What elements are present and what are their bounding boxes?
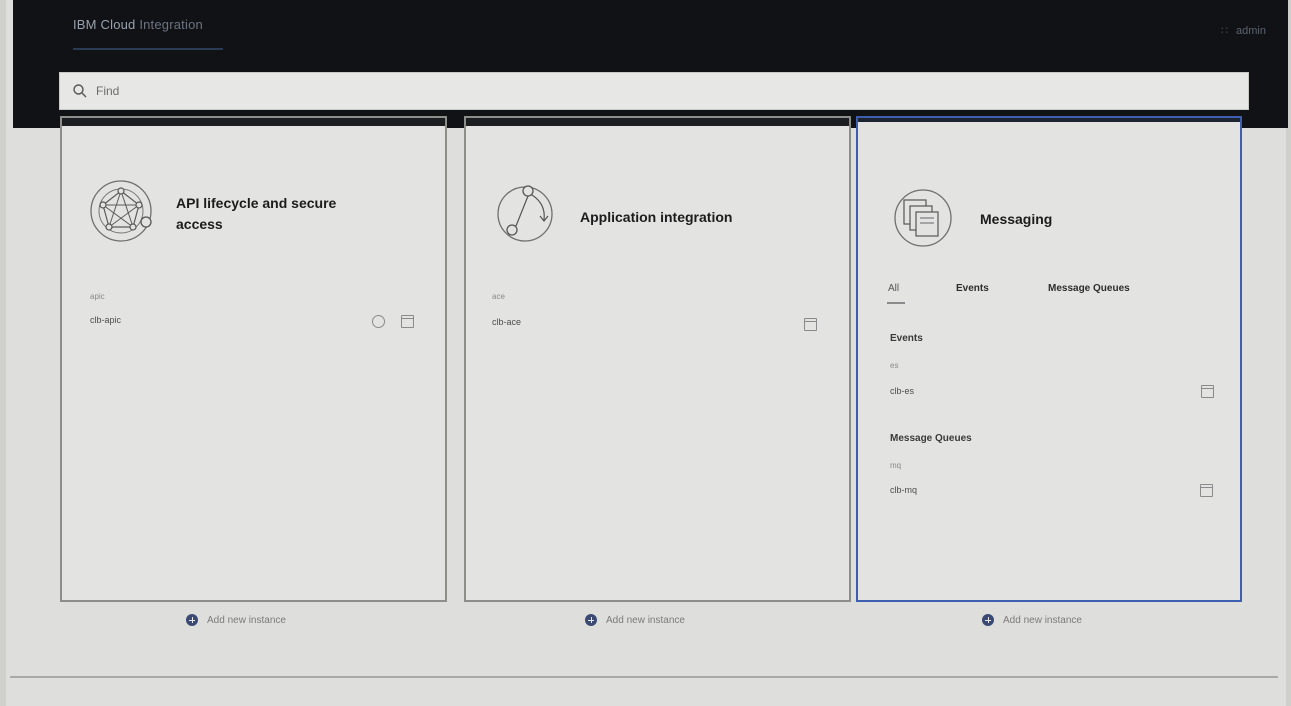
- user-name: admin: [1236, 24, 1266, 37]
- messaging-tabs: All Events Message Queues: [887, 283, 1130, 304]
- add-circle-icon: [186, 614, 198, 626]
- open-window-icon[interactable]: [1200, 484, 1213, 497]
- user-icon: ∷: [1221, 25, 1231, 37]
- add-circle-icon: [982, 614, 994, 626]
- instance-type-label: apic: [90, 292, 105, 301]
- add-circle-icon: [585, 614, 597, 626]
- add-new-instance-label: Add new instance: [207, 614, 286, 626]
- brand-name: IBM Cloud: [73, 17, 136, 32]
- section-heading-events: Events: [890, 333, 923, 344]
- instance-type-label: ace: [492, 292, 505, 301]
- tile-topbar: [466, 118, 849, 126]
- product-name: Integration: [139, 17, 203, 32]
- instance-type-label: es: [890, 361, 899, 370]
- find-bar[interactable]: [59, 72, 1249, 110]
- tile-messaging[interactable]: Messaging All Events Message Queues Even…: [856, 116, 1242, 602]
- brand-title[interactable]: IBM Cloud Integration: [73, 17, 203, 32]
- tile-topbar: [858, 118, 1240, 122]
- tile-topbar: [62, 118, 445, 126]
- section-heading-message-queues: Message Queues: [890, 433, 972, 444]
- add-new-instance-button-messaging[interactable]: Add new instance: [982, 614, 1082, 626]
- settings-icon[interactable]: [372, 315, 385, 328]
- open-window-icon[interactable]: [1201, 385, 1214, 398]
- tab-all[interactable]: All: [887, 283, 956, 304]
- add-new-instance-label: Add new instance: [606, 614, 685, 626]
- tile-title: Application integration: [580, 209, 733, 225]
- search-icon: [73, 84, 87, 98]
- add-new-instance-button-app[interactable]: Add new instance: [585, 614, 685, 626]
- find-input[interactable]: [94, 83, 698, 99]
- instance-type-label: mq: [890, 461, 902, 470]
- user-menu[interactable]: ∷ admin: [1221, 24, 1266, 38]
- footer-divider: [10, 676, 1278, 678]
- open-window-icon[interactable]: [401, 315, 414, 328]
- api-network-icon: [90, 180, 152, 242]
- tab-message-queues[interactable]: Message Queues: [1048, 283, 1130, 294]
- app-integration-icon: [497, 185, 553, 242]
- tile-title: API lifecycle and secure access: [176, 195, 337, 232]
- open-window-icon[interactable]: [804, 318, 817, 331]
- tile-title: Messaging: [980, 211, 1053, 227]
- instance-link[interactable]: clb-ace: [492, 317, 521, 327]
- instance-link[interactable]: clb-mq: [890, 485, 917, 495]
- tile-api-lifecycle[interactable]: API lifecycle and secure access apic clb…: [60, 116, 447, 602]
- add-new-instance-label: Add new instance: [1003, 614, 1082, 626]
- tile-app-integration[interactable]: Application integration ace clb-ace: [464, 116, 851, 602]
- messaging-icon: [894, 189, 952, 247]
- tab-events[interactable]: Events: [956, 283, 1048, 294]
- instance-link[interactable]: clb-apic: [90, 315, 121, 325]
- brand-underline: [73, 48, 223, 50]
- add-new-instance-button-api[interactable]: Add new instance: [186, 614, 286, 626]
- instance-link[interactable]: clb-es: [890, 386, 914, 396]
